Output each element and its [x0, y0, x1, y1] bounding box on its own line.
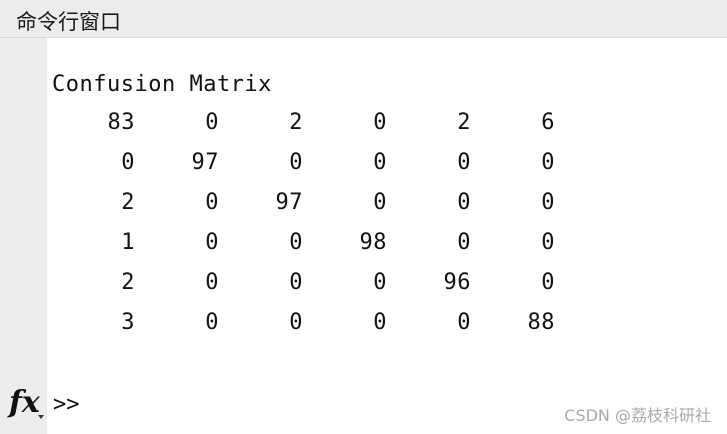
- matrix-cell: 0: [541, 190, 555, 215]
- matrix-cell: 0: [373, 270, 387, 295]
- matrix-cell: 0: [457, 230, 471, 255]
- matrix-cell: 0: [541, 150, 555, 175]
- matrix-cell: 2: [289, 110, 303, 135]
- matrix-cell: 0: [205, 190, 219, 215]
- matrix-cell: 6: [541, 110, 555, 135]
- watermark: CSDN @荔枝科研社: [564, 406, 711, 425]
- matrix-cell: 1: [121, 230, 135, 255]
- matrix-cell: 0: [289, 310, 303, 335]
- matrix-cell: 0: [373, 150, 387, 175]
- matrix-cell: 0: [373, 190, 387, 215]
- matrix-cell: 0: [121, 150, 135, 175]
- matrix-cell: 97: [275, 190, 303, 215]
- command-prompt[interactable]: >>: [53, 392, 80, 417]
- matrix-cell: 0: [205, 230, 219, 255]
- matrix-cell: 0: [457, 150, 471, 175]
- matrix-cell: 0: [541, 270, 555, 295]
- matrix-cell: 2: [457, 110, 471, 135]
- confusion-matrix-label: Confusion Matrix: [52, 72, 272, 97]
- matrix-cell: 0: [289, 150, 303, 175]
- matrix-cell: 2: [121, 190, 135, 215]
- matrix-cell: 0: [541, 230, 555, 255]
- matrix-cell: 0: [289, 270, 303, 295]
- window-title: 命令行窗口: [16, 10, 121, 34]
- command-output-area[interactable]: Confusion Matrix 83 0 2 0 2 6 0 97 0 0 0 0 2 0 97 0 0 0 1 0…: [47, 38, 727, 434]
- matrix-cell: 97: [191, 150, 219, 175]
- chevron-down-icon[interactable]: [38, 415, 44, 419]
- matrix-cell: 0: [457, 190, 471, 215]
- function-browser-icon[interactable]: fx: [9, 385, 40, 420]
- matrix-cell: 0: [205, 270, 219, 295]
- matrix-cell: 0: [373, 110, 387, 135]
- matrix-cell: 98: [359, 230, 387, 255]
- matrix-cell: 0: [205, 310, 219, 335]
- matrix-cell: 88: [527, 310, 555, 335]
- matrix-cell: 0: [205, 110, 219, 135]
- matrix-cell: 96: [443, 270, 471, 295]
- title-bar: 命令行窗口: [0, 0, 727, 38]
- matrix-cell: 0: [457, 310, 471, 335]
- matrix-cell: 0: [289, 230, 303, 255]
- matrix-cell: 2: [121, 270, 135, 295]
- matrix-cell: 0: [373, 310, 387, 335]
- matrix-cell: 83: [107, 110, 135, 135]
- command-window: 命令行窗口 Confusion Matrix 83 0 2 0 2 6 0 97 0 0 0 0 2 0 9…: [0, 0, 727, 434]
- matrix-cell: 3: [121, 310, 135, 335]
- left-gutter: [0, 38, 47, 434]
